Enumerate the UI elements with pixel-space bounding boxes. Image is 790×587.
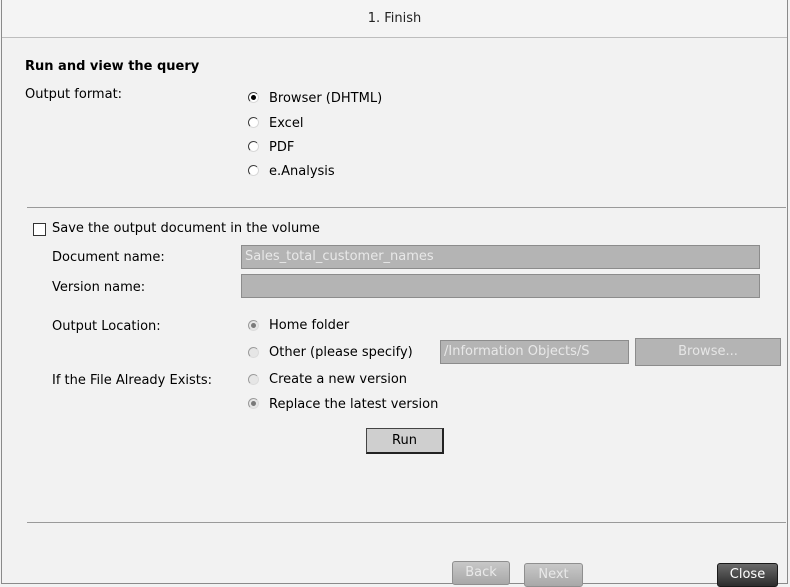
radio-browser-dhtml-label[interactable]: Browser (DHTML): [269, 91, 382, 106]
document-name-field[interactable]: Sales_total_customer_names: [241, 245, 760, 269]
radio-pdf[interactable]: [248, 141, 259, 152]
radio-home-folder[interactable]: [248, 320, 259, 331]
document-name-label: Document name:: [52, 250, 165, 265]
radio-create-new-version-label[interactable]: Create a new version: [269, 372, 407, 387]
output-format-label: Output format:: [25, 87, 123, 102]
radio-create-new-version[interactable]: [248, 374, 259, 385]
output-location-label: Output Location:: [52, 319, 161, 334]
version-name-field[interactable]: [241, 274, 760, 298]
save-output-label[interactable]: Save the output document in the volume: [52, 221, 320, 236]
radio-excel[interactable]: [248, 117, 259, 128]
radio-excel-label[interactable]: Excel: [269, 116, 303, 131]
footer-divider: [27, 522, 786, 523]
radio-replace-latest-version[interactable]: [248, 398, 259, 409]
radio-pdf-label[interactable]: PDF: [269, 140, 294, 155]
back-button[interactable]: Back: [452, 561, 510, 585]
section-divider: [27, 207, 786, 208]
version-name-label: Version name:: [52, 280, 146, 295]
next-button[interactable]: Next: [524, 563, 583, 587]
radio-e-analysis-label[interactable]: e.Analysis: [269, 164, 335, 179]
radio-replace-latest-version-label[interactable]: Replace the latest version: [269, 397, 438, 412]
wizard-dialog: 1. Finish Run and view the query Output …: [1, 0, 788, 587]
radio-browser-dhtml[interactable]: [248, 92, 259, 103]
browse-button[interactable]: Browse...: [635, 338, 781, 366]
file-exists-label: If the File Already Exists:: [52, 373, 213, 388]
radio-e-analysis[interactable]: [248, 165, 259, 176]
section-heading: Run and view the query: [25, 59, 200, 74]
radio-other-location-label[interactable]: Other (please specify): [269, 345, 413, 360]
run-button[interactable]: Run: [366, 428, 444, 454]
other-location-path-field[interactable]: /Information Objects/S: [440, 340, 629, 364]
radio-home-folder-label[interactable]: Home folder: [269, 318, 349, 333]
radio-other-location[interactable]: [248, 347, 259, 358]
save-output-checkbox[interactable]: [33, 223, 46, 236]
close-button[interactable]: Close: [717, 563, 778, 587]
dialog-title: 1. Finish: [2, 0, 787, 38]
